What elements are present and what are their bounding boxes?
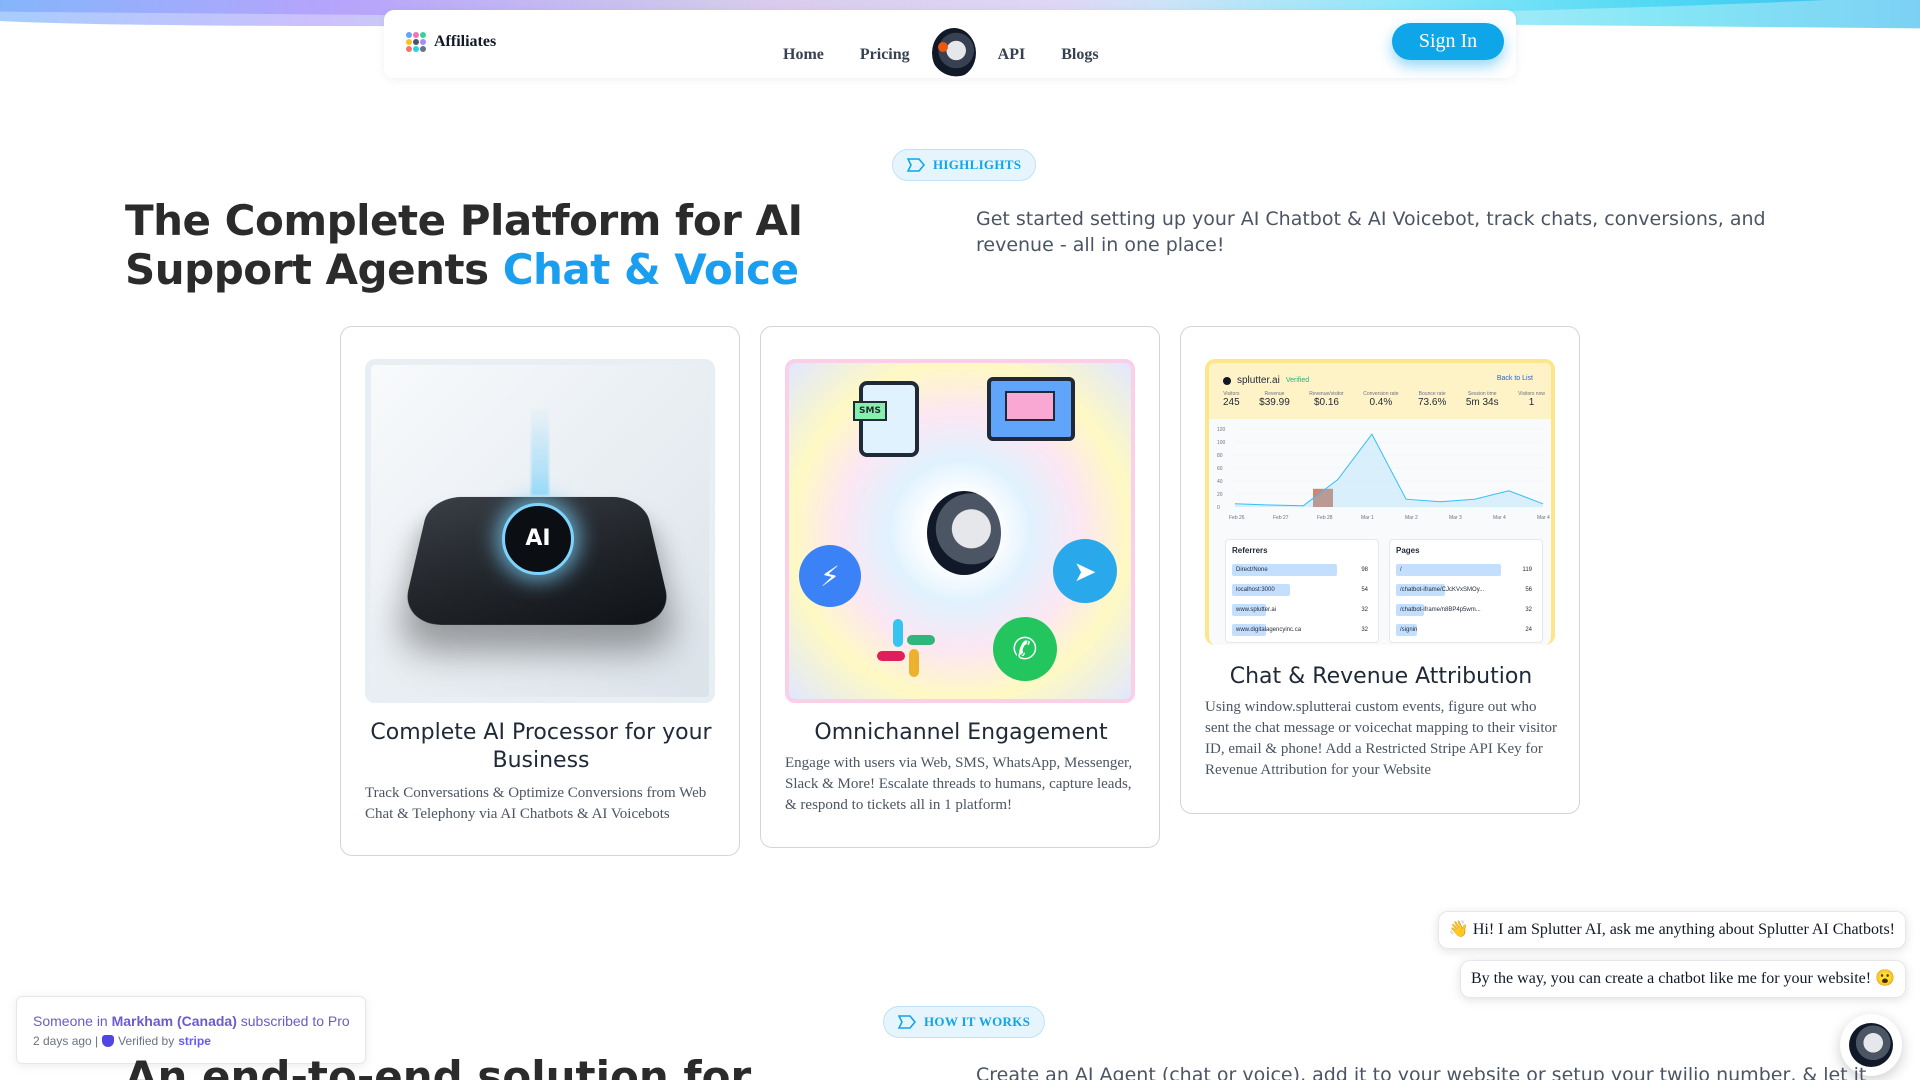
omnichannel-image: SMS ⚡ ➤ ✆	[785, 359, 1135, 703]
toast-location: Markham (Canada)	[111, 1013, 237, 1029]
nav-links: Home Pricing API Blogs	[783, 28, 1099, 78]
stat-row: /chatbot-iframe/n8BP4p5wm... 32	[1396, 601, 1536, 619]
monitor-icon	[987, 377, 1075, 441]
stat-value: 56	[1525, 587, 1532, 593]
stat-value: 119	[1522, 567, 1532, 573]
stat-value: 32	[1361, 607, 1368, 613]
stat-row: www.digitalagencyinc.ca 32	[1232, 621, 1372, 639]
y-tick-label: 100	[1217, 440, 1226, 446]
x-tick-label: Mar 4	[1493, 515, 1506, 521]
nav-home[interactable]: Home	[783, 46, 824, 64]
stat-row: www.splutter.ai 32	[1232, 601, 1372, 619]
x-tick-label: Mar 3	[1449, 515, 1462, 521]
stat-row: Direct/None 98	[1232, 561, 1372, 579]
logo-avatar[interactable]	[931, 28, 976, 78]
verified-shield-icon	[102, 1035, 115, 1047]
affiliates-label: Affiliates	[434, 33, 497, 50]
back-to-list-link[interactable]: Back to List	[1497, 375, 1533, 382]
nav-pricing[interactable]: Pricing	[860, 46, 910, 64]
x-tick-label: Mar 4	[1537, 515, 1550, 521]
toast-verified: Verified by	[118, 1034, 175, 1048]
chatbot-avatar-icon	[1849, 1023, 1893, 1067]
highlights-label: HIGHLIGHTS	[933, 157, 1022, 172]
y-tick-label: 20	[1217, 492, 1223, 498]
feature-card-omnichannel: SMS ⚡ ➤ ✆ Omnichannel Engagement Engage …	[760, 326, 1160, 848]
ai-avatar-icon	[927, 491, 1001, 575]
y-tick-label: 120	[1217, 427, 1226, 433]
pages-panel: Pages /119/chatbot-iframe/CJcKVxSMOy... 5…	[1389, 539, 1543, 643]
navbar: Affiliates Home Pricing API Blogs Sign I…	[384, 10, 1516, 78]
visitors-area	[1235, 434, 1543, 507]
stats-row: Visitors 245 Revenue $39.99 Revenue/visito…	[1223, 391, 1545, 408]
stripe-logo: stripe	[178, 1034, 211, 1048]
x-tick-label: Feb 26	[1229, 515, 1245, 521]
how-it-works-label: HOW IT WORKS	[924, 1014, 1031, 1029]
dashboard-site: splutter.ai	[1237, 375, 1280, 386]
how-it-works-title: An end-to-end solution for	[125, 1052, 752, 1080]
telegram-icon: ➤	[1053, 539, 1117, 603]
stat-value: 98	[1361, 567, 1368, 573]
hero-title: The Complete Platform for AI Support Age…	[125, 196, 925, 294]
x-tick-label: Mar 2	[1405, 515, 1418, 521]
nav-api[interactable]: API	[998, 46, 1026, 64]
highlights-badge: HIGHLIGHTS	[892, 149, 1037, 181]
phone-icon: SMS	[853, 381, 919, 457]
stat-label: localhost:3000	[1236, 587, 1275, 593]
stat-row: localhost:3000 54	[1232, 581, 1372, 599]
stat-label: /chatbot-iframe/CJcKVxSMOy...	[1400, 587, 1485, 593]
stat-label: /signin	[1400, 627, 1418, 633]
stat-label: www.digitalagencyinc.ca	[1236, 627, 1302, 633]
hero-subtitle: Get started setting up your AI Chatbot &…	[976, 208, 1766, 256]
sms-label: SMS	[853, 401, 887, 421]
ai-chip-label: AI	[502, 503, 574, 575]
x-tick-label: Feb 27	[1273, 515, 1289, 521]
card-description: Using window.splutterai custom events, f…	[1205, 699, 1557, 778]
slack-icon	[873, 615, 939, 681]
stat-row: /chatbot-iframe/CJcKVxSMOy... 56	[1396, 581, 1536, 599]
visitors-chart: 120 100 80 60 40 20 0 Feb 26 Feb 27 Feb 28 Mar 1 Ma…	[1217, 427, 1550, 521]
referrers-panel: Referrers Direct/None 98 localhost:3000 54 w…	[1225, 539, 1379, 643]
affiliates-icon	[406, 32, 426, 52]
stat-label: /chatbot-iframe/n8BP4p5wm...	[1400, 607, 1481, 613]
stat-value: 32	[1525, 607, 1532, 613]
stat-row: / 119	[1396, 561, 1536, 579]
x-tick-label: Mar 1	[1361, 515, 1374, 521]
feature-card-ai-processor: AI Complete AI Processor for your Busine…	[340, 326, 740, 856]
toast-time: 2 days ago |	[33, 1034, 99, 1048]
card-description: Track Conversations & Optimize Conversio…	[365, 785, 707, 822]
y-tick-label: 80	[1217, 453, 1223, 459]
nav-blogs[interactable]: Blogs	[1061, 46, 1098, 64]
stat-bar	[1396, 564, 1501, 576]
tag-icon	[898, 1015, 916, 1029]
card-title: Omnichannel Engagement	[814, 720, 1108, 745]
y-tick-label: 0	[1217, 505, 1220, 511]
how-it-works-badge: HOW IT WORKS	[883, 1006, 1046, 1038]
stat-value: 54	[1361, 587, 1368, 593]
stat-label: /	[1400, 567, 1402, 573]
ai-chip-image: AI	[365, 359, 715, 703]
hero-title-accent: Chat & Voice	[502, 245, 799, 294]
analytics-dashboard-image: splutter.ai Verified Back to List Visito…	[1205, 359, 1555, 645]
stat-row: /signin 24	[1396, 621, 1536, 639]
card-title: Complete AI Processor for your Business	[370, 720, 712, 773]
whatsapp-icon: ✆	[993, 617, 1057, 681]
card-description: Engage with users via Web, SMS, WhatsApp…	[785, 755, 1133, 813]
stat-value: 24	[1525, 627, 1532, 633]
y-tick-label: 60	[1217, 466, 1223, 472]
chat-promo-bubble[interactable]: By the way, you can create a chatbot lik…	[1459, 960, 1906, 998]
messenger-icon: ⚡	[799, 545, 861, 607]
stat-value: 32	[1361, 627, 1368, 633]
feature-card-attribution: splutter.ai Verified Back to List Visito…	[1180, 326, 1580, 814]
tag-icon	[907, 158, 925, 172]
y-tick-label: 40	[1217, 479, 1223, 485]
sign-in-button[interactable]: Sign In	[1392, 23, 1504, 60]
how-it-works-subtitle: Create an AI Agent (chat or voice), add …	[976, 1064, 1867, 1080]
stat-label: www.splutter.ai	[1236, 607, 1277, 613]
verified-label: Verified	[1285, 377, 1310, 384]
card-title: Chat & Revenue Attribution	[1229, 664, 1533, 689]
chat-greeting-bubble[interactable]: 👋 Hi! I am Splutter AI, ask me anything …	[1437, 911, 1906, 949]
stat-label: Direct/None	[1236, 567, 1268, 573]
affiliates-link[interactable]: Affiliates	[406, 32, 496, 52]
x-tick-label: Feb 28	[1317, 515, 1333, 521]
